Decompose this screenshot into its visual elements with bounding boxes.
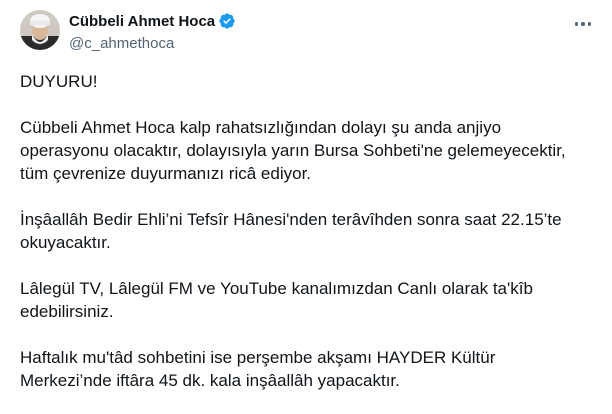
- verified-badge-icon: [219, 13, 235, 29]
- paragraph-broadcast: Lâlegül TV, Lâlegül FM ve YouTube kanalı…: [20, 277, 595, 323]
- avatar[interactable]: [20, 10, 60, 50]
- text-line: Haftalık mu'tâd sohbetini ise perşembe a…: [20, 348, 496, 367]
- text-line: DUYURU!: [20, 72, 98, 91]
- text-line: Merkezi’nde iftâra 45 dk. kala inşâallâh…: [20, 371, 400, 390]
- text-line: tüm çevrenize duyurmanızı ricâ ediyor.: [20, 164, 312, 183]
- text-line: Cübbeli Ahmet Hoca kalp rahatsızlığından…: [20, 118, 502, 137]
- paragraph-announcement: DUYURU!: [20, 70, 595, 93]
- paragraph-health: Cübbeli Ahmet Hoca kalp rahatsızlığından…: [20, 116, 595, 185]
- text-line: operasyonu olacaktır, dolayısıyla yarın …: [20, 141, 566, 160]
- paragraph-weekly: Haftalık mu'tâd sohbetini ise perşembe a…: [20, 346, 595, 392]
- tweet-card: Cübbeli Ahmet Hoca @c_ahmethoca DUYURU! …: [0, 0, 612, 414]
- author-name[interactable]: Cübbeli Ahmet Hoca: [69, 13, 215, 30]
- more-options-icon[interactable]: [572, 14, 594, 34]
- text-line: İnşâallâh Bedir Ehli’ni Tefsîr Hânesi'nd…: [20, 210, 562, 229]
- text-line: edebilirsiniz.: [20, 302, 114, 321]
- paragraph-tefsir: İnşâallâh Bedir Ehli’ni Tefsîr Hânesi'nd…: [20, 208, 595, 254]
- author-name-row[interactable]: Cübbeli Ahmet Hoca: [69, 12, 236, 30]
- author-handle[interactable]: @c_ahmethoca: [69, 35, 174, 52]
- text-line: okuyacaktır.: [20, 233, 111, 252]
- tweet-text: DUYURU! Cübbeli Ahmet Hoca kalp rahatsız…: [20, 70, 595, 392]
- text-line: Lâlegül TV, Lâlegül FM ve YouTube kanalı…: [20, 279, 533, 298]
- avatar-image: [20, 10, 60, 50]
